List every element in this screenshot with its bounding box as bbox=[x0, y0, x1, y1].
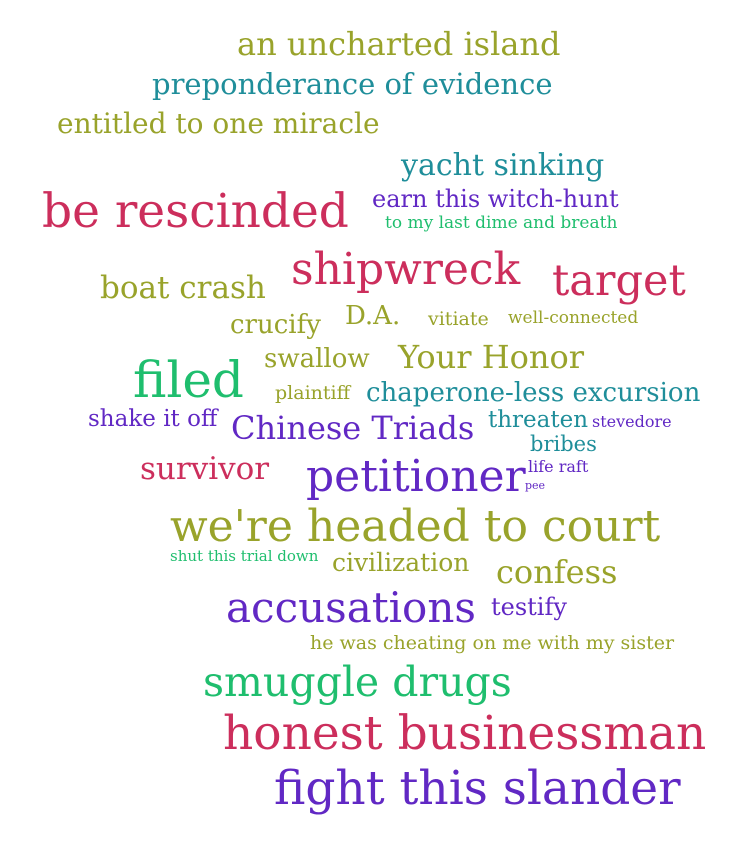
cloud-word: plaintiff bbox=[275, 382, 351, 404]
cloud-word: honest businessman bbox=[223, 706, 707, 761]
cloud-word: he was cheating on me with my sister bbox=[310, 632, 675, 654]
cloud-word: filed bbox=[133, 351, 244, 409]
cloud-word: Your Honor bbox=[398, 338, 585, 376]
cloud-word: entitled to one miracle bbox=[57, 107, 380, 140]
cloud-word: life raft bbox=[528, 457, 589, 476]
cloud-word: Chinese Triads bbox=[231, 409, 475, 447]
cloud-word: be rescinded bbox=[42, 184, 349, 239]
cloud-word: chaperone-less excursion bbox=[366, 378, 701, 408]
cloud-word: threaten bbox=[488, 407, 589, 433]
cloud-word: petitioner bbox=[306, 451, 526, 502]
cloud-word: target bbox=[552, 256, 686, 306]
cloud-word: stevedore bbox=[592, 412, 672, 431]
cloud-word: preponderance of evidence bbox=[152, 67, 553, 101]
cloud-word: shut this trial down bbox=[170, 547, 319, 565]
cloud-word: bribes bbox=[530, 432, 597, 456]
cloud-word: we're headed to court bbox=[170, 501, 661, 552]
cloud-word: earn this witch-hunt bbox=[372, 185, 619, 213]
word-cloud: an uncharted island preponderance of evi… bbox=[0, 0, 749, 849]
cloud-word: well-connected bbox=[508, 308, 639, 328]
cloud-word: survivor bbox=[140, 451, 270, 487]
cloud-word: boat crash bbox=[100, 270, 266, 306]
cloud-word: confess bbox=[496, 553, 618, 591]
cloud-word: yacht sinking bbox=[401, 148, 605, 183]
cloud-word: to my last dime and breath bbox=[385, 213, 618, 233]
cloud-word: vitiate bbox=[428, 308, 489, 330]
cloud-word: pee bbox=[525, 479, 546, 492]
cloud-word: swallow bbox=[264, 344, 370, 374]
cloud-word: D.A. bbox=[345, 301, 401, 331]
cloud-word: an uncharted island bbox=[237, 25, 561, 63]
cloud-word: civilization bbox=[332, 548, 470, 577]
cloud-word: testify bbox=[491, 593, 567, 621]
cloud-word: shipwreck bbox=[291, 244, 521, 295]
cloud-word: crucify bbox=[230, 310, 321, 340]
cloud-word: fight this slander bbox=[274, 761, 681, 816]
cloud-word: accusations bbox=[226, 583, 476, 632]
cloud-word: smuggle drugs bbox=[203, 658, 512, 706]
cloud-word: shake it off bbox=[88, 406, 218, 432]
